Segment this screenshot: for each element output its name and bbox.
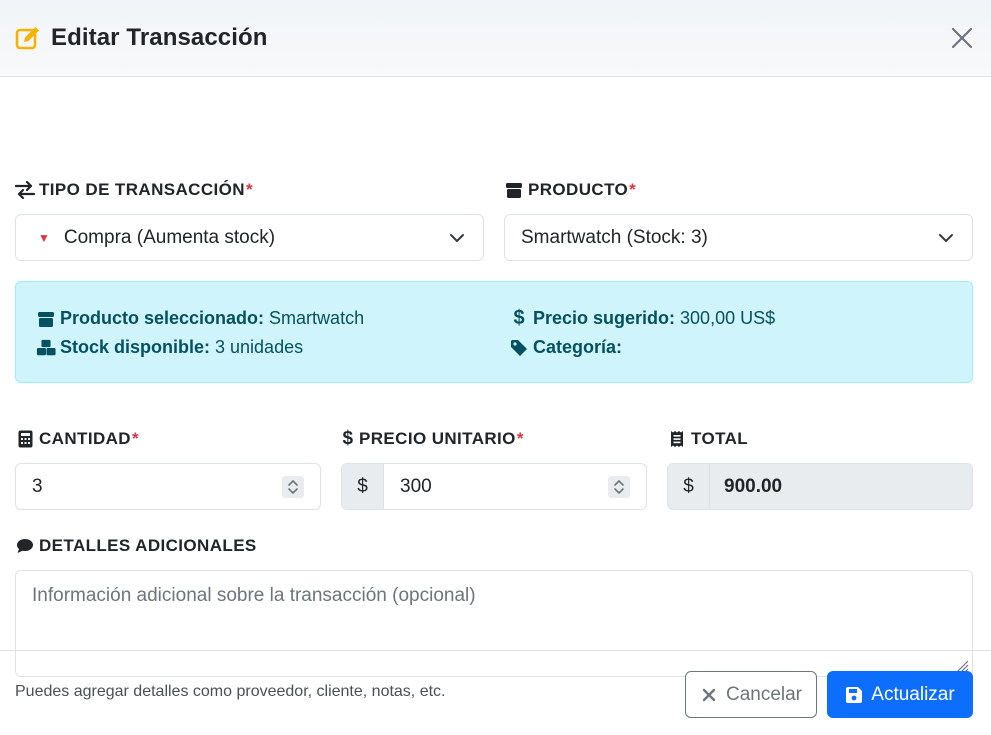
total-label-text: TOTAL xyxy=(691,429,749,448)
receipt-icon xyxy=(667,429,687,449)
required-mark: * xyxy=(516,429,524,448)
required-mark: * xyxy=(245,180,253,199)
dollar-icon: $ xyxy=(513,307,525,329)
comment-icon xyxy=(15,536,35,556)
modal-title: Editar Transacción xyxy=(51,24,268,51)
cantidad-label-text: CANTIDAD xyxy=(39,429,131,448)
update-button-label: Actualizar xyxy=(871,683,955,705)
modal-footer: Cancelar Actualizar xyxy=(0,650,991,735)
number-spinner[interactable] xyxy=(608,476,630,498)
precio-label: $ PRECIO UNITARIO * xyxy=(341,428,524,449)
detalles-placeholder: Información adicional sobre la transacci… xyxy=(32,585,476,606)
info-producto: Producto seleccionado: Smartwatch xyxy=(36,308,364,329)
info-producto-label: Producto seleccionado: xyxy=(60,308,265,328)
tipo-label: TIPO DE TRANSACCIÓN * xyxy=(15,180,253,200)
close-icon[interactable] xyxy=(949,25,975,51)
detalles-label-text: DETALLES ADICIONALES xyxy=(39,536,257,555)
total-value: 900.00 xyxy=(724,475,783,497)
product-info-alert: Producto seleccionado: Smartwatch Stock … xyxy=(15,281,973,383)
info-producto-value: Smartwatch xyxy=(269,308,365,328)
info-stock-value: 3 unidades xyxy=(215,337,304,357)
currency-prefix: $ xyxy=(342,464,384,509)
close-icon xyxy=(700,686,718,704)
number-spinner[interactable] xyxy=(282,476,304,498)
precio-input[interactable]: $ 300 xyxy=(341,463,647,510)
total-label: TOTAL xyxy=(667,429,748,449)
producto-selected-value: Smartwatch (Stock: 3) xyxy=(521,226,708,248)
info-stock-label: Stock disponible: xyxy=(60,337,211,357)
precio-label-text: PRECIO UNITARIO xyxy=(359,429,516,448)
required-mark: * xyxy=(629,180,637,199)
producto-label-text: PRODUCTO xyxy=(528,180,629,199)
box-icon xyxy=(504,180,524,200)
precio-value: 300 xyxy=(400,475,432,497)
arrows-exchange-icon xyxy=(15,180,35,200)
producto-label: PRODUCTO * xyxy=(504,180,636,200)
currency-prefix: $ xyxy=(668,464,710,509)
producto-select[interactable]: Smartwatch (Stock: 3) xyxy=(504,214,973,261)
update-button[interactable]: Actualizar xyxy=(827,671,973,718)
info-precio-value: 300,00 US$ xyxy=(680,308,776,328)
tipo-select[interactable]: ▼ Compra (Aumenta stock) xyxy=(15,214,484,261)
cancel-button-label: Cancelar xyxy=(725,683,803,705)
info-precio-label: Precio sugerido: xyxy=(533,308,676,328)
cantidad-input[interactable]: 3 xyxy=(15,463,321,510)
info-categoria-label: Categoría: xyxy=(533,337,623,357)
chevron-down-icon xyxy=(939,234,953,242)
total-output: $ 900.00 xyxy=(667,463,973,510)
save-icon xyxy=(845,686,863,704)
cancel-button[interactable]: Cancelar xyxy=(685,671,817,718)
modal-header: Editar Transacción xyxy=(0,0,991,77)
edit-transaction-modal: Editar Transacción TIPO DE TRANSACCIÓN * … xyxy=(0,0,991,735)
tipo-label-text: TIPO DE TRANSACCIÓN xyxy=(39,180,245,199)
cantidad-value: 3 xyxy=(32,475,43,497)
pencil-square-icon xyxy=(15,25,41,51)
info-categoria: Categoría: xyxy=(509,337,627,358)
calculator-icon xyxy=(15,429,35,449)
tag-icon xyxy=(509,338,529,358)
chevron-down-icon xyxy=(450,234,464,242)
info-precio: $ Precio sugerido: 300,00 US$ xyxy=(509,307,776,329)
down-triangle-icon: ▼ xyxy=(38,230,50,245)
detalles-label: DETALLES ADICIONALES xyxy=(15,536,257,556)
box-icon xyxy=(36,309,56,329)
dollar-icon: $ xyxy=(342,428,354,449)
info-stock: Stock disponible: 3 unidades xyxy=(36,337,303,358)
required-mark: * xyxy=(131,429,139,448)
cantidad-label: CANTIDAD * xyxy=(15,429,139,449)
boxes-icon xyxy=(36,338,56,358)
tipo-selected-value: Compra (Aumenta stock) xyxy=(63,226,276,248)
